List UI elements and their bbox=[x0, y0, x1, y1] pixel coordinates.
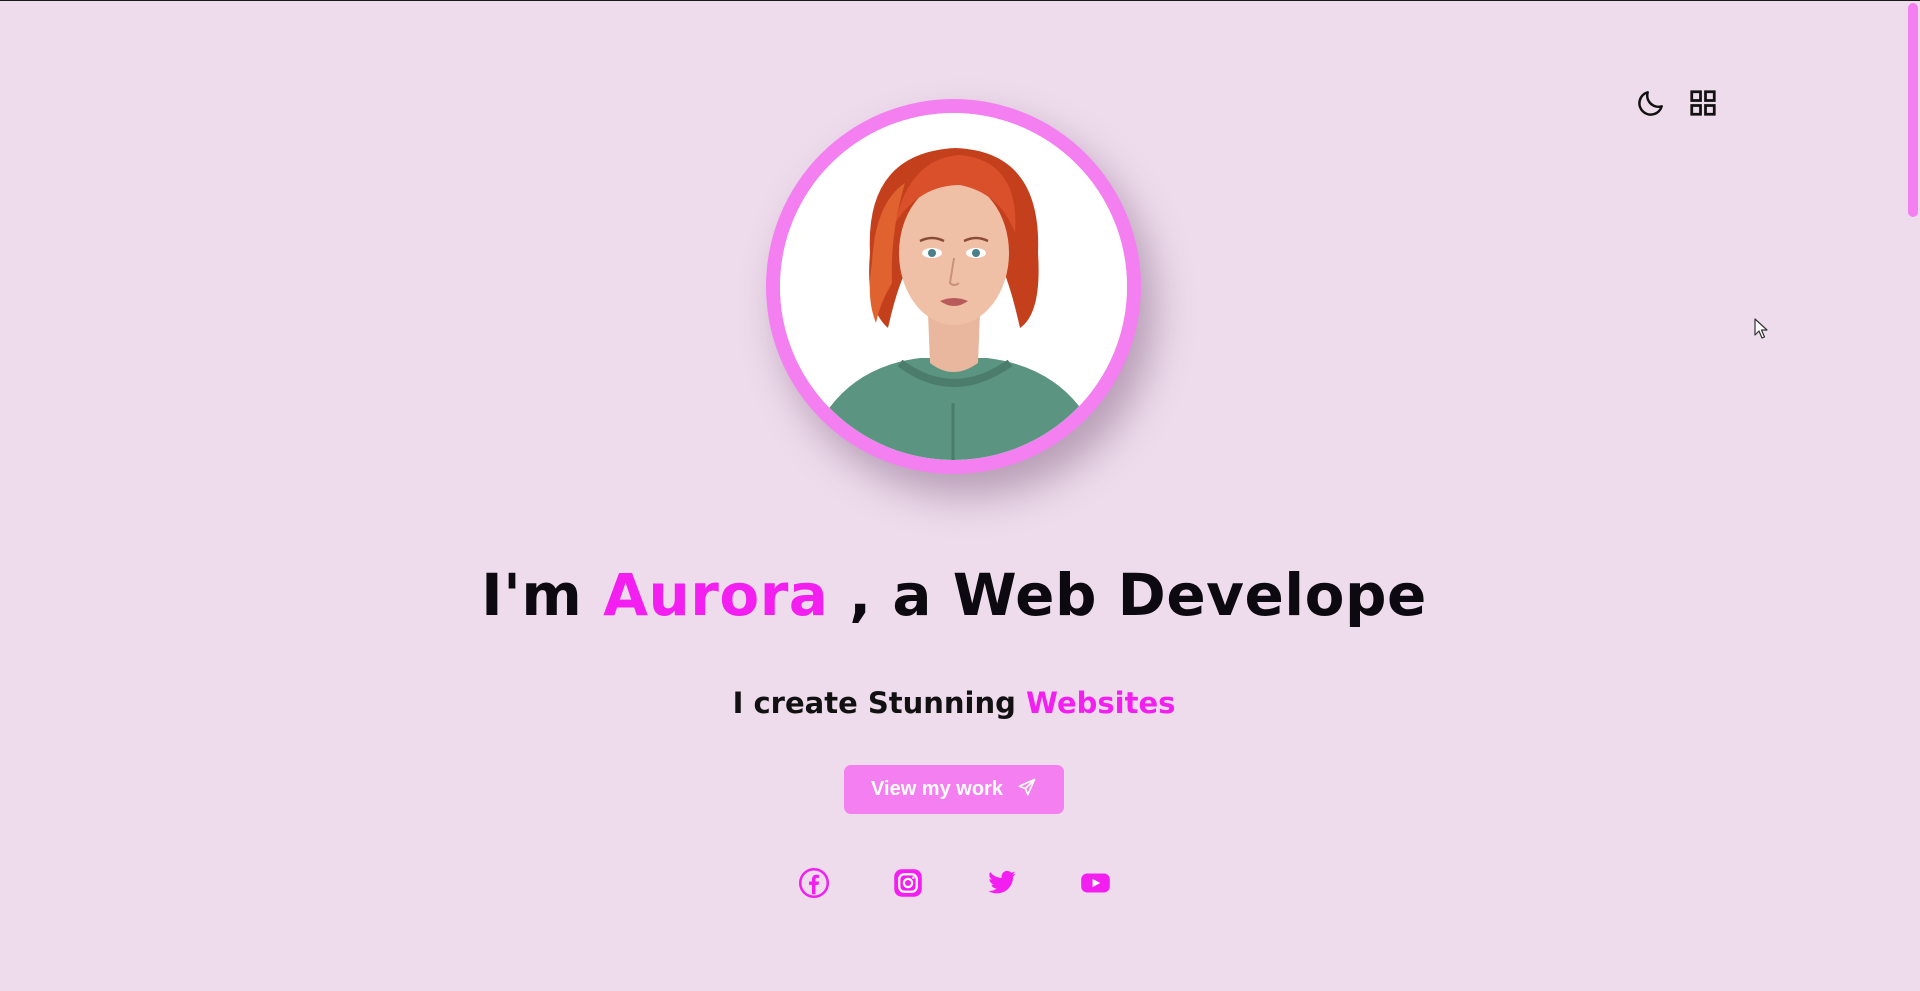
avatar-image bbox=[780, 113, 1127, 460]
send-icon bbox=[1017, 777, 1037, 803]
headline-suffix: , a Web Develope bbox=[849, 561, 1427, 629]
cta-label: View my work bbox=[871, 778, 1003, 800]
scrollbar[interactable] bbox=[1906, 1, 1920, 991]
scrollbar-thumb[interactable] bbox=[1908, 3, 1918, 217]
subline-prefix: I create Stunning bbox=[732, 686, 1016, 720]
facebook-icon[interactable] bbox=[798, 867, 829, 898]
view-my-work-button[interactable]: View my work bbox=[844, 765, 1064, 814]
mouse-cursor-icon bbox=[1754, 318, 1770, 344]
hero-headline: I'm Aurora , a Web Develope bbox=[0, 561, 1908, 629]
subline-accent: Websites bbox=[1026, 686, 1176, 720]
youtube-icon[interactable] bbox=[1080, 867, 1111, 898]
avatar bbox=[766, 99, 1141, 474]
grid-icon[interactable] bbox=[1686, 86, 1720, 120]
header-icons bbox=[1634, 86, 1720, 120]
social-links bbox=[798, 867, 1111, 898]
headline-name: Aurora bbox=[603, 561, 829, 629]
twitter-icon[interactable] bbox=[986, 867, 1017, 898]
moon-icon[interactable] bbox=[1634, 86, 1668, 120]
hero-subline: I create Stunning Websites bbox=[0, 686, 1908, 720]
headline-prefix: I'm bbox=[481, 561, 583, 629]
instagram-icon[interactable] bbox=[892, 867, 923, 898]
